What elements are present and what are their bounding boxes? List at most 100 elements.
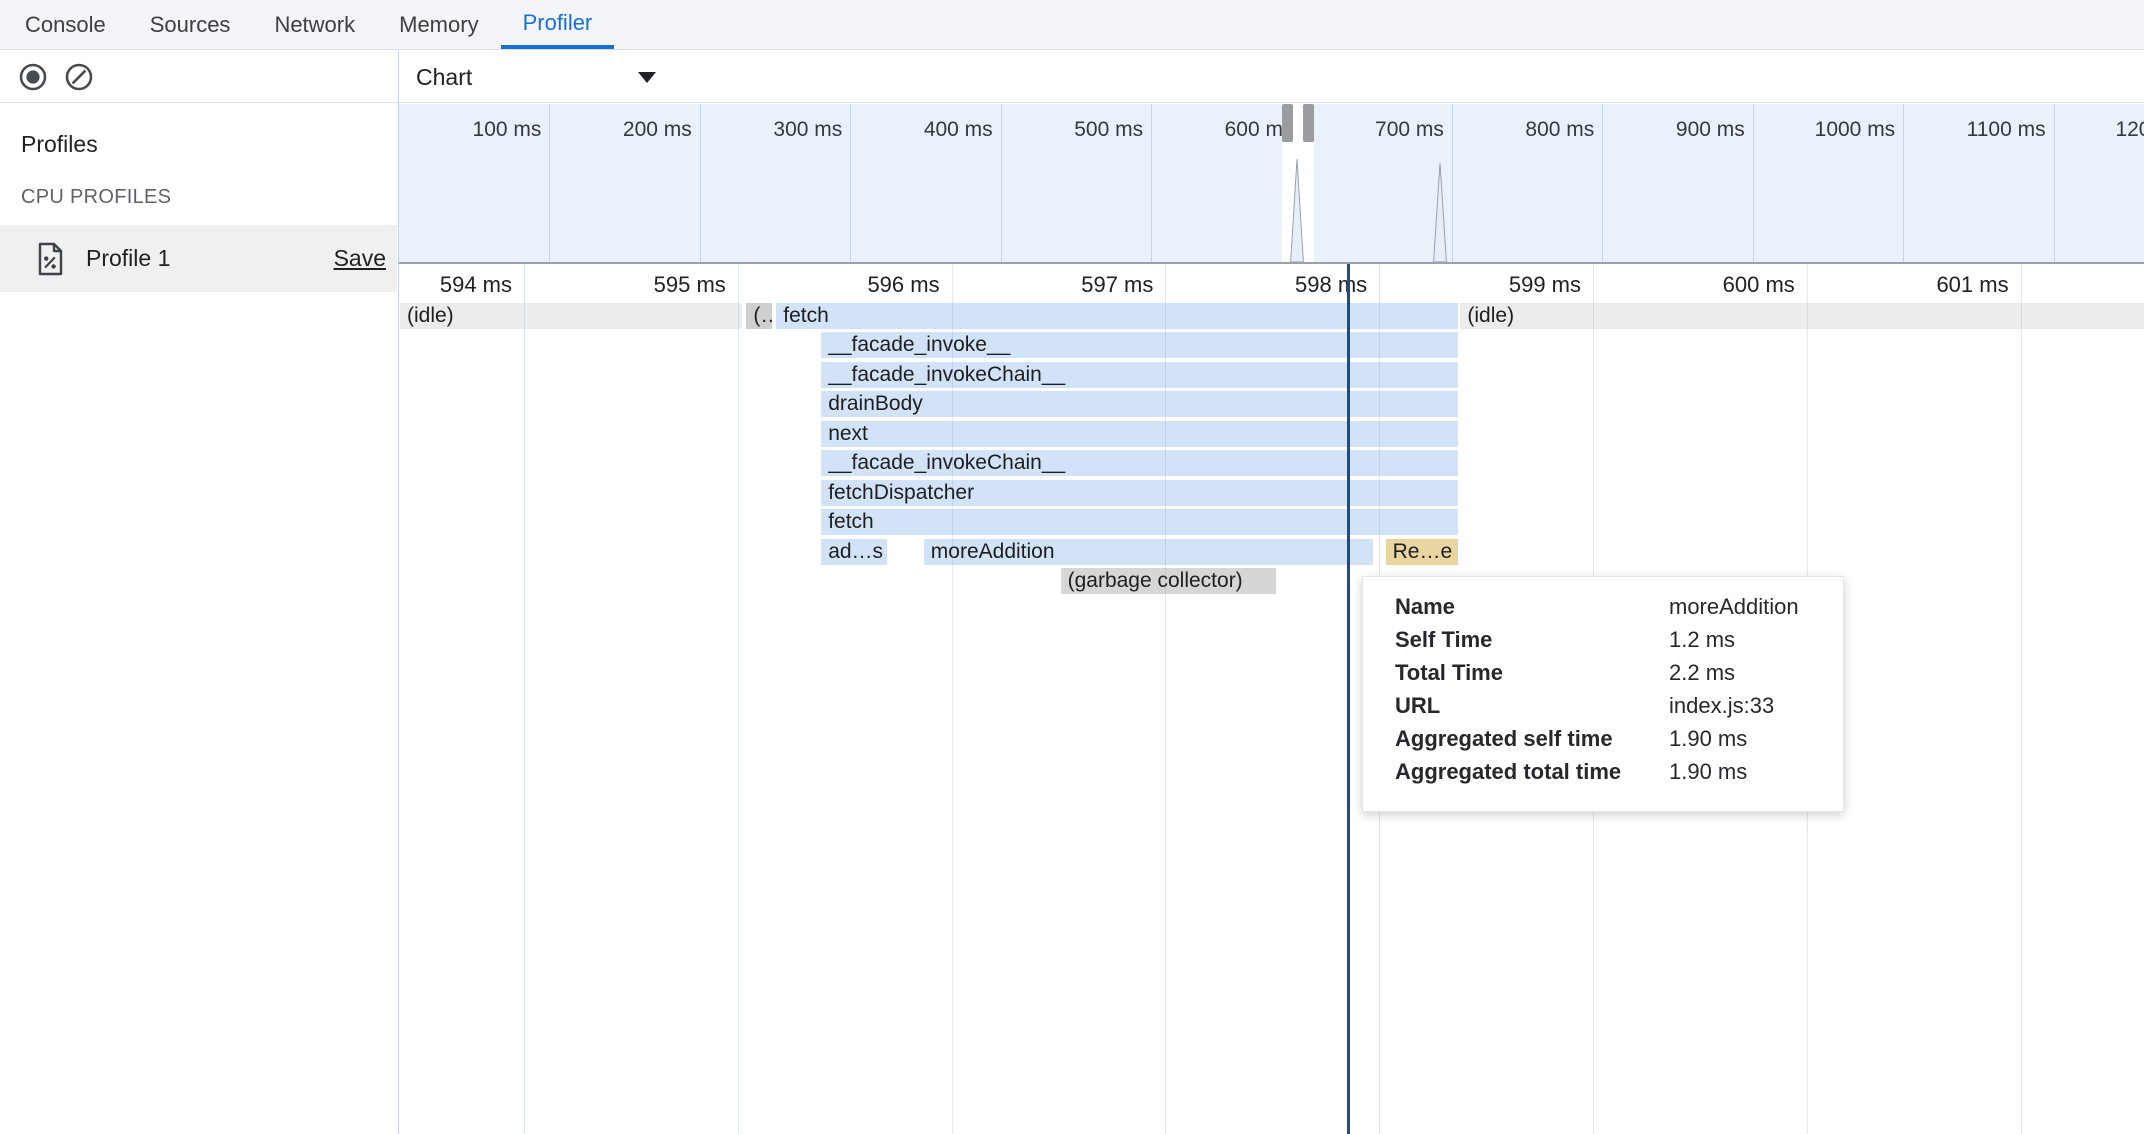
chart-toolbar: Chart <box>399 51 2144 103</box>
view-mode-value: Chart <box>416 64 472 91</box>
tooltip-label: Total Time <box>1395 660 1503 686</box>
tooltip-value: 1.90 ms <box>1669 726 1747 752</box>
tooltip-value: 1.2 ms <box>1669 627 1735 653</box>
flame-frame-facadeinvokechain[interactable]: __facade_invokeChain__ <box>821 450 1458 476</box>
overview-tick-label: 500 ms <box>1074 118 1143 142</box>
overview-tick-label: 1000 ms <box>1815 118 1896 142</box>
profiler-toolbar <box>0 51 398 103</box>
time-gridline <box>952 264 953 1134</box>
cpu-activity-spike <box>1290 158 1304 262</box>
time-gridline <box>524 264 525 1134</box>
tab-network[interactable]: Network <box>252 0 377 49</box>
detail-tick-label: 599 ms <box>1509 272 1581 298</box>
overview-section-boundary <box>1151 104 1152 262</box>
tab-memory[interactable]: Memory <box>377 0 500 49</box>
cpu-activity-spike <box>1433 162 1447 262</box>
detail-tick-label: 597 ms <box>1081 272 1153 298</box>
tab-profiler[interactable]: Profiler <box>501 0 615 49</box>
flame-frame-ree[interactable]: Re…e <box>1386 539 1459 565</box>
tooltip-label: Self Time <box>1395 627 1492 653</box>
flame-frame-ads[interactable]: ad…s <box>821 539 887 565</box>
tab-label: Console <box>25 12 106 38</box>
flame-frame-drainbody[interactable]: drainBody <box>821 391 1458 417</box>
detail-tick-label: 598 ms <box>1295 272 1367 298</box>
devtools-profiler-panel: Console Sources Network Memory Profiler Char… <box>0 0 2144 1134</box>
tab-sources[interactable]: Sources <box>128 0 253 49</box>
window-right-handle[interactable] <box>1303 104 1314 142</box>
overview-section-boundary <box>1602 104 1603 262</box>
overview-section-boundary <box>1001 104 1002 262</box>
overview-section-boundary <box>2054 104 2055 262</box>
overview-tick-label: 100 ms <box>473 118 542 142</box>
flame-frame-next[interactable]: next <box>821 421 1458 447</box>
tooltip-value: moreAddition <box>1669 594 1799 620</box>
flame-frame-facadeinvokechain[interactable]: __facade_invokeChain__ <box>821 362 1458 388</box>
record-icon <box>18 62 48 92</box>
tab-label: Memory <box>399 12 478 38</box>
detail-tick-label: 596 ms <box>867 272 939 298</box>
time-gridline <box>2021 264 2022 1134</box>
flame-frame-[interactable]: (… <box>746 303 772 329</box>
flame-frame-fetch[interactable]: fetch <box>776 303 1458 329</box>
overview-tick-label: 800 ms <box>1525 118 1594 142</box>
detail-tick-label: 594 ms <box>440 272 512 298</box>
tab-console[interactable]: Console <box>3 0 128 49</box>
clear-profiles-button[interactable] <box>64 62 94 92</box>
tooltip-label: Aggregated total time <box>1395 759 1621 785</box>
overview-tick-label: 900 ms <box>1676 118 1745 142</box>
tab-bar: Console Sources Network Memory Profiler <box>0 0 2144 50</box>
tooltip-row: Aggregated self time 1.90 ms <box>1395 726 1843 759</box>
playhead-line <box>1347 264 1350 1134</box>
tooltip-label: URL <box>1395 693 1440 719</box>
save-profile-link[interactable]: Save <box>334 245 386 272</box>
tooltip-row: Name moreAddition <box>1395 594 1843 627</box>
profile-document-icon <box>36 242 64 281</box>
flame-frame-fetch[interactable]: fetch <box>821 509 1458 535</box>
overview-tick-label: 200 ms <box>623 118 692 142</box>
tooltip-label: Name <box>1395 594 1455 620</box>
flame-frame-idle[interactable]: (idle) <box>400 303 742 329</box>
timeline-overview[interactable]: 100 ms200 ms300 ms400 ms500 ms600 ms700 … <box>399 104 2144 264</box>
overview-section-boundary <box>850 104 851 262</box>
flame-frame-fetchdispatcher[interactable]: fetchDispatcher <box>821 480 1458 506</box>
tooltip-value: index.js:33 <box>1669 693 1774 719</box>
overview-tick-label: 1200 ms <box>2115 118 2144 142</box>
tooltip-row: Aggregated total time 1.90 ms <box>1395 759 1843 792</box>
tooltip-row: Self Time 1.2 ms <box>1395 627 1843 660</box>
overview-section-boundary <box>1753 104 1754 262</box>
detail-tick-label: 600 ms <box>1723 272 1795 298</box>
time-gridline <box>1165 264 1166 1134</box>
flame-chart[interactable]: 594 ms 595 ms 596 ms 597 ms 598 ms 599 ms 600 … <box>399 264 2144 1134</box>
view-mode-select[interactable]: Chart <box>416 51 664 103</box>
detail-tick-label: 601 ms <box>1936 272 2008 298</box>
profile-list-item[interactable]: Profile 1 Save <box>0 225 397 292</box>
overview-tick-label: 1100 ms <box>1967 118 2046 142</box>
flame-frame-idle[interactable]: (idle) <box>1460 303 2144 329</box>
tooltip-row: Total Time 2.2 ms <box>1395 660 1843 693</box>
time-gridline <box>738 264 739 1134</box>
tab-label: Sources <box>150 12 231 38</box>
detail-tick-label: 595 ms <box>654 272 726 298</box>
profile-name: Profile 1 <box>86 245 170 272</box>
overview-section-boundary <box>1903 104 1904 262</box>
flame-frame-facadeinvoke[interactable]: __facade_invoke__ <box>821 332 1458 358</box>
frame-tooltip: Name moreAddition Self Time 1.2 ms Total Tim… <box>1362 576 1844 812</box>
overview-tick-label: 700 ms <box>1375 118 1444 142</box>
overview-section-boundary <box>1452 104 1453 262</box>
record-button[interactable] <box>18 62 48 92</box>
clear-icon <box>64 62 94 92</box>
tooltip-row: URL index.js:33 <box>1395 693 1843 726</box>
tooltip-value: 1.90 ms <box>1669 759 1747 785</box>
overview-tick-label: 300 ms <box>773 118 842 142</box>
flame-frame-garbagecollector[interactable]: (garbage collector) <box>1061 568 1277 594</box>
cpu-profiles-section-label: CPU PROFILES <box>21 186 171 209</box>
window-left-handle[interactable] <box>1282 104 1293 142</box>
tab-label: Profiler <box>523 10 593 36</box>
tab-label: Network <box>274 12 355 38</box>
overview-section-boundary <box>700 104 701 262</box>
overview-section-boundary <box>549 104 550 262</box>
flame-frame-moreaddition[interactable]: moreAddition <box>924 539 1373 565</box>
tooltip-label: Aggregated self time <box>1395 726 1613 752</box>
chevron-down-icon <box>638 72 656 83</box>
tooltip-value: 2.2 ms <box>1669 660 1735 686</box>
